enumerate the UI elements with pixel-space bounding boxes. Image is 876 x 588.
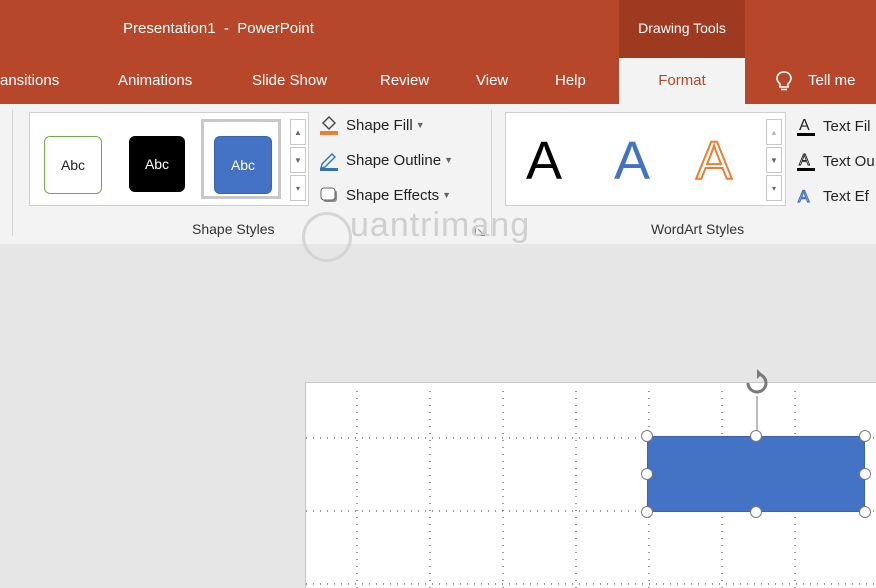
shape-outline-button[interactable]: Shape Outline ▼ — [318, 149, 453, 171]
text-effects-label: Text Ef — [823, 187, 869, 205]
wordart-gallery: A A A ▲ ▼ ▾ — [505, 112, 786, 206]
rotation-handle-icon[interactable] — [739, 366, 775, 438]
resize-handle[interactable] — [859, 468, 871, 480]
shape-outline-label: Shape Outline — [346, 151, 442, 169]
wordart-blue-a[interactable]: A — [614, 131, 650, 191]
paint-bucket-icon — [320, 116, 338, 135]
dropdown-arrow-icon: ▼ — [415, 120, 425, 130]
text-fill-label: Text Fil — [823, 117, 871, 135]
gallery-scroll: ▲ ▼ ▾ — [290, 119, 306, 201]
svg-text:A: A — [799, 152, 810, 169]
resize-handle[interactable] — [641, 506, 653, 518]
resize-handle[interactable] — [750, 430, 762, 442]
text-outline-icon: A — [797, 152, 815, 171]
style-thumb-black[interactable]: Abc — [129, 136, 185, 192]
dropdown-arrow-icon: ▼ — [442, 190, 452, 200]
style-thumb-white[interactable]: Abc — [44, 136, 102, 194]
scroll-up-icon[interactable]: ▲ — [766, 119, 782, 145]
watermark-text: uantrimang — [350, 206, 531, 244]
tab-transitions[interactable]: ansitions — [0, 72, 59, 89]
tell-me-search[interactable]: Tell me — [808, 72, 856, 89]
shape-fill-button[interactable]: Shape Fill ▼ — [318, 114, 425, 136]
text-effects-button[interactable]: A Text Ef — [795, 185, 869, 207]
resize-handle[interactable] — [750, 506, 762, 518]
tab-format[interactable]: Format — [619, 58, 745, 104]
resize-handle[interactable] — [641, 468, 653, 480]
dropdown-arrow-icon: ▼ — [444, 155, 453, 165]
wordart-black-a[interactable]: A — [526, 131, 562, 191]
svg-text:A: A — [798, 187, 810, 206]
scroll-down-icon[interactable]: ▼ — [766, 147, 782, 173]
tab-view[interactable]: View — [476, 72, 508, 89]
text-fill-icon: A — [797, 117, 815, 136]
scroll-up-icon[interactable]: ▲ — [290, 119, 306, 145]
text-fill-button[interactable]: A Text Fil — [795, 115, 871, 137]
drawing-tools-context: Drawing Tools — [619, 0, 745, 58]
tab-format-label: Format — [658, 72, 706, 89]
thumb-label: Abc — [230, 157, 256, 173]
shape-styles-gallery: Abc Abc Abc ▲ ▼ ▾ — [29, 112, 309, 206]
shape-effects-icon — [320, 187, 337, 202]
tab-slide-show[interactable]: Slide Show — [252, 72, 327, 89]
shape-styles-group-label: Shape Styles — [192, 221, 275, 237]
svg-text:A: A — [799, 117, 810, 134]
pen-outline-icon — [320, 153, 338, 171]
selected-rectangle-shape[interactable] — [647, 436, 865, 512]
thumb-label: Abc — [60, 157, 86, 173]
title-bar: Presentation1 - PowerPoint Drawing Tools — [0, 0, 876, 58]
drawing-tools-label: Drawing Tools — [638, 20, 726, 36]
wordart-scroll: ▲ ▼ ▾ — [766, 119, 782, 201]
resize-handle[interactable] — [859, 506, 871, 518]
gallery-more-icon[interactable]: ▾ — [290, 175, 306, 201]
text-outline-label: Text Ou — [823, 152, 875, 170]
text-outline-button[interactable]: A Text Ou — [795, 150, 875, 172]
wordart-styles-group-label: WordArt Styles — [651, 221, 745, 237]
gallery-more-icon[interactable]: ▾ — [766, 175, 782, 201]
resize-handle[interactable] — [641, 430, 653, 442]
text-effects-icon: A — [797, 186, 810, 206]
watermark-logo-icon — [302, 212, 352, 262]
tab-help[interactable]: Help — [555, 72, 586, 89]
shape-effects-button[interactable]: Shape Effects ▼ — [318, 184, 451, 206]
thumb-label: Abc — [144, 156, 170, 172]
shape-effects-label: Shape Effects — [346, 186, 440, 204]
ribbon-divider — [12, 110, 13, 236]
shape-fill-label: Shape Fill — [346, 116, 413, 134]
wordart-orange-outline-a[interactable]: A — [695, 130, 733, 192]
style-thumb-blue[interactable]: Abc — [214, 136, 272, 194]
resize-handle[interactable] — [859, 430, 871, 442]
lightbulb-icon[interactable] — [774, 70, 794, 92]
tab-review[interactable]: Review — [380, 72, 429, 89]
tab-animations[interactable]: Animations — [118, 72, 192, 89]
window-title: Presentation1 - PowerPoint — [123, 20, 314, 37]
scroll-down-icon[interactable]: ▼ — [290, 147, 306, 173]
